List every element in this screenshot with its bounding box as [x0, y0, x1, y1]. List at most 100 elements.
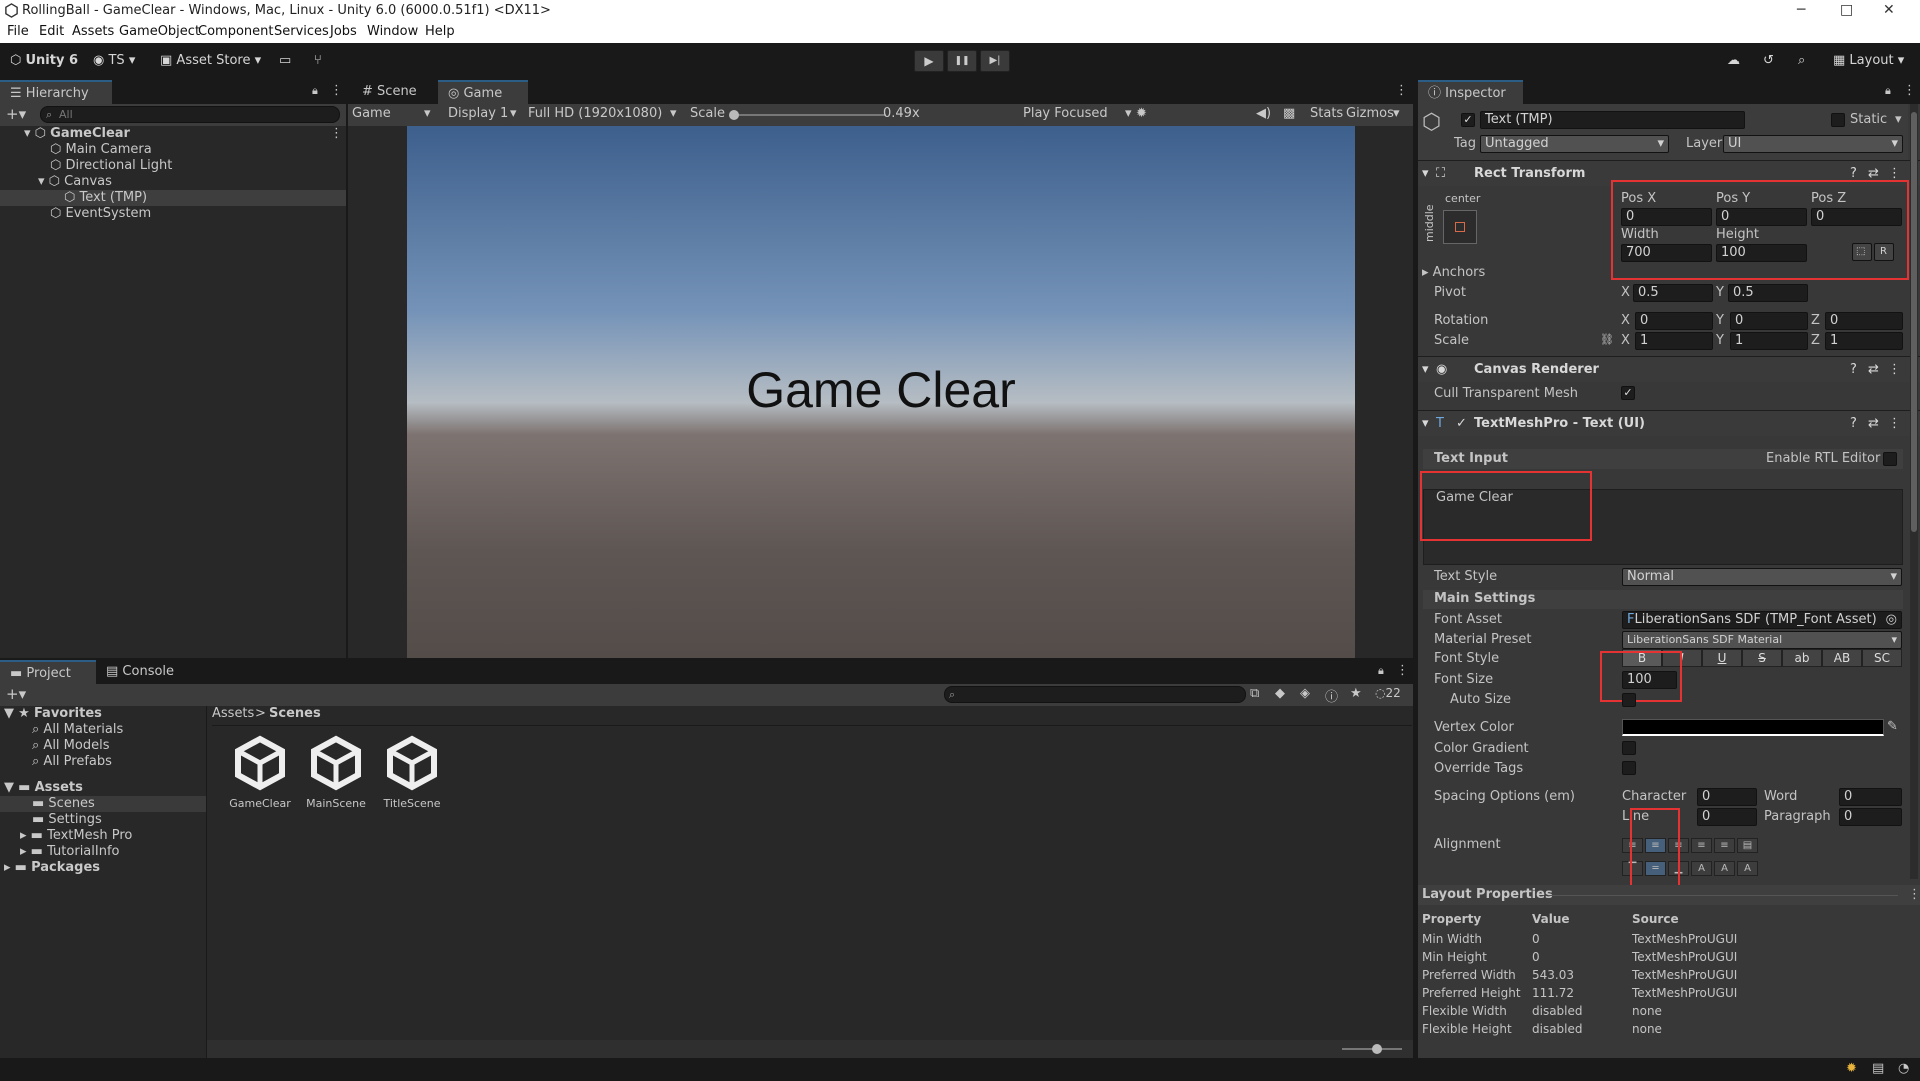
- stats-button[interactable]: Stats: [1310, 106, 1343, 121]
- more-menu-icon[interactable]: ⋮: [1908, 887, 1920, 902]
- folder-scenes[interactable]: ▬ Scenes: [0, 796, 206, 812]
- hierarchy-item[interactable]: ⬡ Main Camera: [0, 142, 346, 158]
- scene-asset[interactable]: TitleScene: [377, 735, 447, 815]
- game-render[interactable]: Game Clear: [407, 126, 1355, 658]
- favorites-row[interactable]: ▼ ★ Favorites: [4, 706, 102, 722]
- breadcrumb-scenes[interactable]: Scenes: [269, 706, 321, 722]
- view-dropdown[interactable]: Game ▾: [352, 106, 431, 121]
- menu-file[interactable]: File: [7, 24, 29, 39]
- layer-dropdown[interactable]: UI ▾: [1723, 135, 1903, 153]
- tmp-header[interactable]: ▾ T ✓ TextMeshPro - Text (UI) ? ⇄ ⋮: [1418, 410, 1920, 436]
- filter-label-icon[interactable]: ◆: [1275, 686, 1285, 701]
- more-menu-icon[interactable]: ⋮: [1396, 663, 1409, 678]
- folder-settings[interactable]: ▬ Settings: [32, 812, 102, 828]
- menu-services[interactable]: Services: [274, 24, 329, 39]
- add-icon[interactable]: +▾: [6, 105, 26, 123]
- hierarchy-item[interactable]: ▾ ⬡ Canvas: [0, 174, 346, 190]
- color-gradient-checkbox[interactable]: [1622, 741, 1636, 755]
- scene-asset[interactable]: GameClear: [225, 735, 295, 815]
- lock-icon[interactable]: 🔒︎: [1378, 664, 1384, 678]
- tab-game[interactable]: ◎ Game: [438, 80, 528, 104]
- vertex-color-swatch[interactable]: [1622, 719, 1884, 736]
- fav-all-materials[interactable]: ⌕ All Materials: [32, 722, 123, 738]
- audio-icon[interactable]: ◀): [1256, 106, 1271, 121]
- hierarchy-item[interactable]: ⬡ Text (TMP): [0, 190, 346, 206]
- star-icon[interactable]: ★: [1350, 686, 1362, 701]
- cull-checkbox[interactable]: ✓: [1621, 386, 1635, 400]
- pivot-x-field[interactable]: 0.5: [1633, 284, 1713, 302]
- tab-inspector[interactable]: ⓘ Inspector: [1418, 80, 1523, 104]
- hierarchy-item[interactable]: ⬡ Directional Light: [0, 158, 346, 174]
- menu-edit[interactable]: Edit: [39, 24, 64, 39]
- help-icon[interactable]: ?: [1850, 416, 1857, 431]
- play-button[interactable]: ▶: [914, 50, 944, 72]
- static-checkbox[interactable]: [1831, 113, 1845, 127]
- fav-all-models[interactable]: ⌕ All Models: [32, 738, 109, 754]
- menu-help[interactable]: Help: [425, 24, 455, 39]
- menu-component[interactable]: Component: [198, 24, 273, 39]
- scale-slider-thumb[interactable]: [729, 110, 739, 120]
- object-name-field[interactable]: Text (TMP): [1480, 111, 1745, 129]
- play-focus-dropdown[interactable]: Play Focused ▾: [1023, 106, 1132, 121]
- align-baseline-icon[interactable]: A: [1691, 861, 1712, 876]
- smallcaps-button[interactable]: SC: [1862, 649, 1902, 667]
- foldout-icon[interactable]: ▾: [24, 126, 35, 141]
- hidden-count[interactable]: ◌22: [1375, 686, 1401, 700]
- help-icon[interactable]: ?: [1850, 166, 1857, 181]
- active-checkbox[interactable]: ✓: [1461, 113, 1475, 127]
- hierarchy-item[interactable]: ▾ ⬡ GameClear: [0, 126, 346, 142]
- component-menu-icon[interactable]: ⋮: [1888, 416, 1901, 431]
- align-geometry-icon[interactable]: ▤: [1737, 838, 1758, 853]
- package-icon[interactable]: ▭: [279, 50, 291, 72]
- cache-server-icon[interactable]: ▤: [1872, 1061, 1884, 1076]
- align-flush-icon[interactable]: ≡: [1714, 838, 1735, 853]
- scale-x-field[interactable]: 1: [1635, 332, 1713, 350]
- help-icon[interactable]: ?: [1850, 362, 1857, 377]
- anchors-foldout[interactable]: ▸ Anchors: [1422, 265, 1485, 280]
- menu-gameobject[interactable]: GameObject: [119, 24, 200, 39]
- info-icon[interactable]: ⓘ: [1325, 686, 1338, 705]
- eyedropper-icon[interactable]: ✎: [1887, 719, 1898, 734]
- rot-z-field[interactable]: 0: [1825, 312, 1903, 330]
- fav-all-prefabs[interactable]: ⌕ All Prefabs: [32, 754, 112, 770]
- hierarchy-item[interactable]: ⬡ EventSystem: [0, 206, 346, 222]
- rot-x-field[interactable]: 0: [1635, 312, 1713, 330]
- account-dropdown[interactable]: ◉ TS ▾: [93, 50, 135, 72]
- step-button[interactable]: ▶|: [980, 50, 1010, 72]
- folder-textmesh-pro[interactable]: ▸ ▬ TextMesh Pro: [20, 828, 132, 844]
- asset-store-button[interactable]: ▣ Asset Store ▾: [160, 50, 261, 72]
- project-search-input[interactable]: ⌕: [944, 686, 1246, 703]
- inspector-scrollbar-thumb[interactable]: [1911, 112, 1917, 532]
- minimize-button[interactable]: ─: [1797, 2, 1805, 18]
- history-icon[interactable]: ↺: [1763, 50, 1774, 72]
- gizmos-dropdown-icon[interactable]: ▾: [1393, 106, 1400, 121]
- font-asset-field[interactable]: FLiberationSans SDF (TMP_Font Asset) ◎: [1622, 611, 1902, 629]
- rot-y-field[interactable]: 0: [1730, 312, 1808, 330]
- close-button[interactable]: ✕: [1883, 2, 1895, 18]
- override-tags-checkbox[interactable]: [1622, 761, 1636, 775]
- version-control-icon[interactable]: ⑂: [314, 50, 322, 72]
- gizmos-button[interactable]: Gizmos: [1346, 106, 1394, 121]
- align-justified-icon[interactable]: ≡: [1691, 838, 1712, 853]
- unity-account-button[interactable]: ⬡ Unity 6: [10, 50, 78, 72]
- scale-z-field[interactable]: 1: [1825, 332, 1903, 350]
- tab-hierarchy[interactable]: ☰ Hierarchy: [0, 80, 112, 104]
- menu-jobs[interactable]: Jobs: [330, 24, 357, 39]
- auto-size-checkbox[interactable]: [1622, 693, 1636, 707]
- preset-icon[interactable]: ⇄: [1868, 362, 1879, 377]
- hierarchy-search-input[interactable]: ⌕ All: [40, 106, 340, 123]
- text-style-dropdown[interactable]: Normal ▾: [1622, 568, 1902, 586]
- more-menu-icon[interactable]: ⋮: [330, 83, 343, 98]
- strikethrough-button[interactable]: S: [1742, 649, 1782, 667]
- tab-console[interactable]: ▤ Console: [96, 660, 184, 684]
- component-menu-icon[interactable]: ⋮: [1888, 362, 1901, 377]
- enabled-check-icon[interactable]: ✓: [1456, 416, 1467, 431]
- scale-y-field[interactable]: 1: [1730, 332, 1808, 350]
- more-menu-icon[interactable]: ⋮: [1903, 83, 1916, 98]
- uppercase-button[interactable]: AB: [1822, 649, 1862, 667]
- anchor-preset-button[interactable]: [1443, 210, 1477, 244]
- maximize-button[interactable]: □: [1840, 2, 1853, 18]
- bug-icon[interactable]: ✹: [1136, 106, 1147, 121]
- aspect-icon[interactable]: ▩: [1283, 106, 1295, 121]
- lock-icon[interactable]: 🔒︎: [312, 84, 318, 98]
